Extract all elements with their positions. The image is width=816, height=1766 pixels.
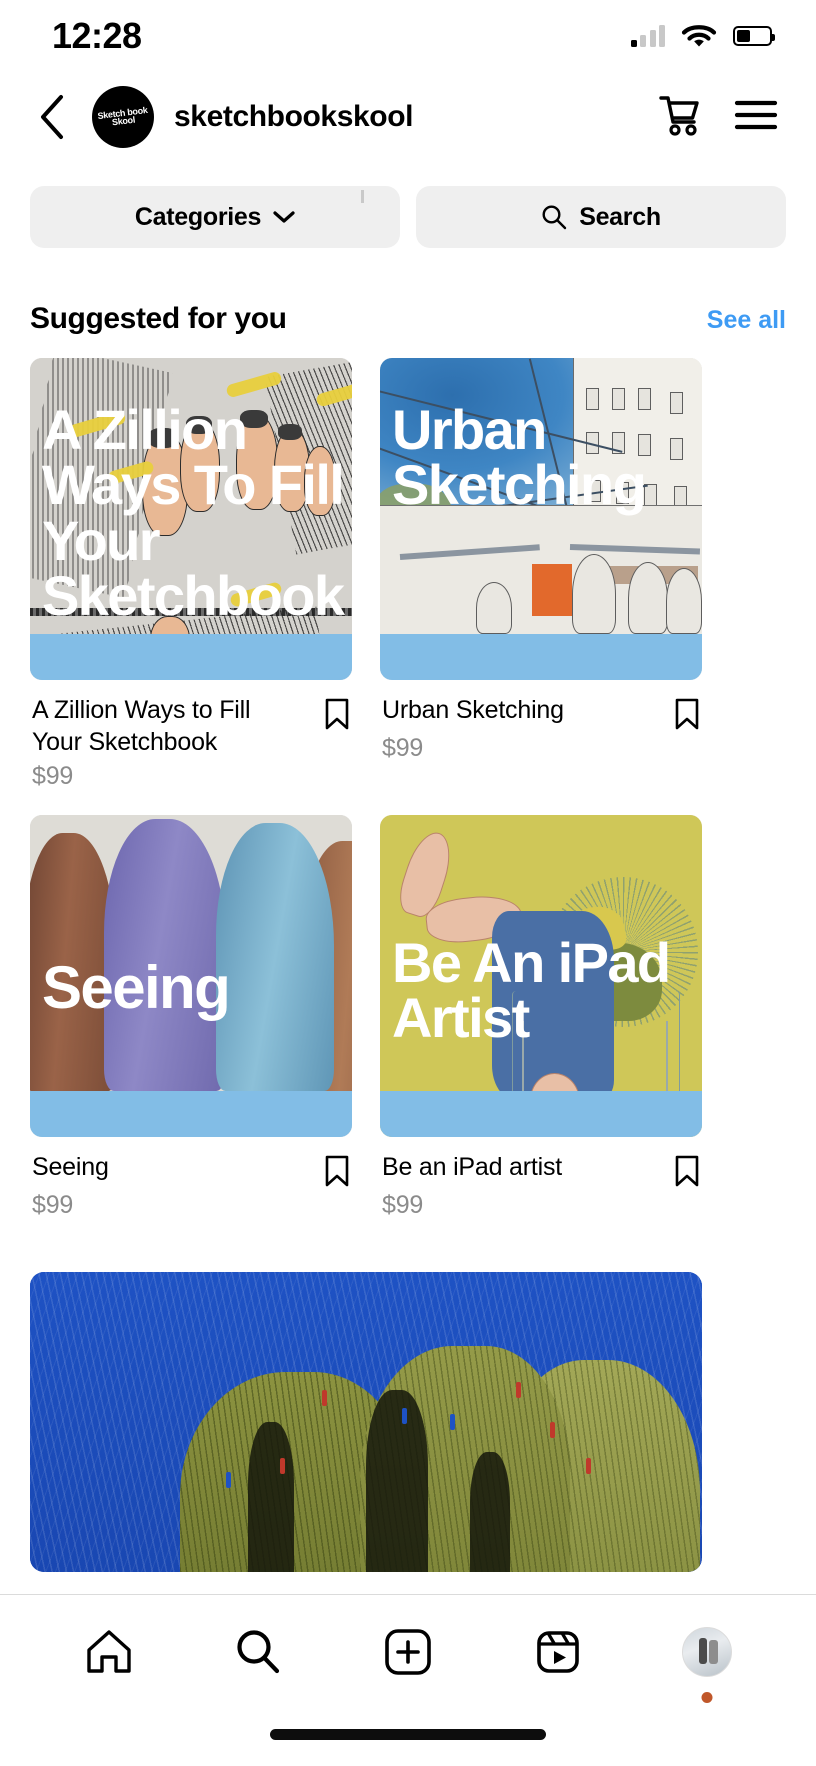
product-overlay-title: Seeing [42,953,231,1021]
product-overlay-title: Urban Sketching [392,398,647,517]
scroll-tick-mark [361,190,364,203]
product-grid: A Zillion Ways To Fill Your Sketchbook A… [0,336,816,1572]
product-price: $99 [32,762,74,790]
card-color-strip [380,634,702,680]
product-thumbnail[interactable]: Seeing [30,815,352,1137]
card-color-strip [380,1091,702,1137]
home-indicator [270,1729,546,1740]
product-card[interactable]: A Zillion Ways To Fill Your Sketchbook A… [30,358,352,791]
product-card[interactable]: Urban Sketching Urban Sketching $99 [380,358,702,791]
cart-button[interactable] [656,92,702,143]
status-bar-clock: 12:28 [52,15,142,56]
search-icon [237,1630,280,1674]
bookmark-icon[interactable] [324,1155,350,1187]
chevron-left-icon [41,95,63,139]
product-thumbnail[interactable] [30,1272,702,1572]
app-header: Sketch book Skool sketchbookskool [0,72,816,162]
product-meta: A Zillion Ways to Fill Your Sketchbook $… [30,680,352,791]
card-color-strip [30,634,352,680]
search-button[interactable]: Search [416,186,786,248]
product-card[interactable]: Be An iPad Artist Be an iPad artist $99 [380,815,702,1220]
profile-avatar [682,1627,733,1677]
product-overlay-title: Be An iPad Artist [392,931,671,1050]
product-title: Urban Sketching [382,696,564,724]
product-title: Seeing [32,1153,109,1181]
filter-row: Categories Search [0,162,816,248]
profile-notification-dot [701,1692,713,1703]
status-bar: 12:28 [0,0,816,72]
product-title: A Zillion Ways to Fill Your Sketchbook [32,696,251,756]
brand-name: sketchbookskool [174,100,414,133]
search-icon [542,205,567,230]
hamburger-menu-icon [734,100,778,129]
product-meta: Be an iPad artist $99 [380,1137,702,1220]
product-thumbnail[interactable]: Be An iPad Artist [380,815,702,1137]
product-meta: Urban Sketching $99 [380,680,702,763]
tab-reels[interactable] [518,1617,598,1687]
card-color-strip [30,1091,352,1137]
search-label: Search [579,202,661,231]
categories-dropdown[interactable]: Categories [30,186,400,248]
menu-button[interactable] [734,98,778,137]
product-card[interactable]: Seeing Seeing $99 [30,815,352,1220]
battery-icon [733,26,775,46]
bookmark-icon[interactable] [324,698,350,730]
tab-home[interactable] [69,1617,149,1687]
chevron-down-icon [273,211,295,223]
bookmark-icon[interactable] [674,698,700,730]
tab-create[interactable] [368,1617,448,1687]
product-meta: Seeing $99 [30,1137,352,1220]
product-title: Be an iPad artist [382,1153,563,1181]
product-price: $99 [382,734,424,762]
status-bar-indicators [630,23,775,49]
see-all-link[interactable]: See all [707,306,786,335]
cellular-signal-icon [630,25,665,47]
tab-profile[interactable] [667,1617,747,1703]
section-header: Suggested for you See all [0,248,816,336]
tab-list [0,1595,816,1703]
product-card[interactable] [30,1272,786,1572]
product-overlay-title: A Zillion Ways To Fill Your Sketchbook [42,398,345,628]
wifi-icon [681,25,717,47]
product-price: $99 [32,1191,74,1219]
product-artwork [30,1272,702,1572]
reels-icon [536,1631,579,1673]
back-button[interactable] [26,90,80,144]
shopping-cart-icon [659,95,699,136]
categories-label: Categories [134,202,262,231]
brand-avatar-label: Sketch book Skool [96,105,149,128]
bookmark-icon[interactable] [674,1155,700,1187]
brand-avatar[interactable]: Sketch book Skool [92,86,154,148]
product-thumbnail[interactable]: A Zillion Ways To Fill Your Sketchbook [30,358,352,680]
product-price: $99 [382,1191,424,1219]
plus-square-icon [385,1629,431,1675]
product-thumbnail[interactable]: Urban Sketching [380,358,702,680]
header-actions [656,92,778,143]
home-icon [87,1630,131,1673]
tab-search[interactable] [218,1617,298,1687]
bottom-tab-bar [0,1594,816,1766]
section-title: Suggested for you [30,302,287,335]
